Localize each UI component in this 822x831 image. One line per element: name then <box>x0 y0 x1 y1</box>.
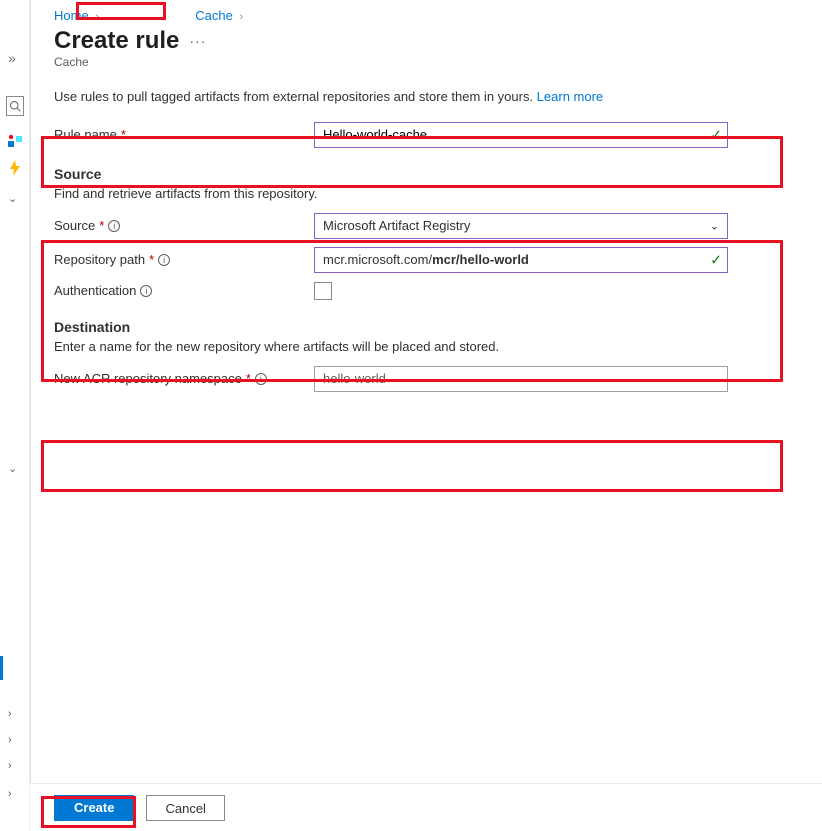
repo-path-prefix: mcr.microsoft.com/ <box>323 252 432 267</box>
chevron-down-icon: ⌄ <box>710 219 719 232</box>
check-icon: ✓ <box>710 126 722 143</box>
auth-row: Authentication i <box>54 277 798 305</box>
chevron-right-icon: › <box>236 11 246 23</box>
namespace-input[interactable]: hello-world <box>314 366 728 392</box>
chevron-right-icon[interactable]: › <box>8 734 12 746</box>
namespace-label: New ACR repository namespace <box>54 371 242 386</box>
chevron-right-icon[interactable]: › <box>8 788 12 800</box>
info-icon[interactable]: i <box>255 373 267 385</box>
source-row: Source * i Microsoft Artifact Registry ⌄ <box>54 209 798 243</box>
page-subtitle: Cache <box>30 55 822 79</box>
chevron-down-icon[interactable]: ⌄ <box>8 192 17 205</box>
info-icon[interactable]: i <box>140 285 152 297</box>
repo-path-input[interactable]: mcr.microsoft.com/mcr/hello-world <box>314 247 728 273</box>
nav-selected-indicator <box>0 656 3 680</box>
source-label: Source <box>54 218 95 233</box>
cancel-button[interactable]: Cancel <box>146 795 224 821</box>
destination-subtext: Enter a name for the new repository wher… <box>54 339 798 362</box>
source-select[interactable]: Microsoft Artifact Registry ⌄ <box>314 213 728 239</box>
learn-more-link[interactable]: Learn more <box>537 89 603 104</box>
lightning-icon[interactable] <box>6 160 24 178</box>
breadcrumb-redacted <box>106 9 192 25</box>
rule-name-row: Rule name * ✓ <box>54 118 798 152</box>
breadcrumb-home[interactable]: Home <box>54 8 89 23</box>
source-subtext: Find and retrieve artifacts from this re… <box>54 186 798 209</box>
repo-path-row: Repository path * i mcr.microsoft.com/mc… <box>54 243 798 277</box>
auth-checkbox[interactable] <box>314 282 332 300</box>
page-title: Create rule <box>54 27 179 55</box>
chevron-right-icon: › <box>92 11 102 23</box>
search-icon[interactable] <box>6 96 24 116</box>
destination-heading: Destination <box>54 305 798 339</box>
check-icon: ✓ <box>710 251 722 268</box>
footer-bar: Create Cancel <box>30 783 822 831</box>
chevron-right-icon[interactable]: › <box>8 708 12 720</box>
left-rail: » ⌄ ⌄ › › › › <box>0 0 30 831</box>
breadcrumb: Home › Cache › <box>30 0 822 27</box>
create-button[interactable]: Create <box>54 795 134 821</box>
required-indicator: * <box>246 371 251 386</box>
help-text-body: Use rules to pull tagged artifacts from … <box>54 89 537 104</box>
repo-path-label: Repository path <box>54 252 145 267</box>
info-icon[interactable]: i <box>108 220 120 232</box>
nav-item-icon[interactable] <box>6 134 24 152</box>
namespace-row: New ACR repository namespace * i hello-w… <box>54 362 798 396</box>
rule-name-label: Rule name <box>54 127 117 142</box>
required-indicator: * <box>121 127 126 142</box>
help-text: Use rules to pull tagged artifacts from … <box>54 79 798 118</box>
source-heading: Source <box>54 152 798 186</box>
rule-name-input[interactable] <box>314 122 728 148</box>
source-select-value: Microsoft Artifact Registry <box>323 218 470 233</box>
namespace-value: hello-world <box>323 371 386 386</box>
required-indicator: * <box>99 218 104 233</box>
info-icon[interactable]: i <box>158 254 170 266</box>
repo-path-value: mcr/hello-world <box>432 252 529 267</box>
more-icon[interactable]: ··· <box>189 33 206 49</box>
create-rule-panel: Home › Cache › Create rule ··· Cache Use… <box>30 0 822 831</box>
auth-label: Authentication <box>54 283 136 298</box>
collapse-icon[interactable]: » <box>8 50 16 66</box>
chevron-right-icon[interactable]: › <box>8 760 12 772</box>
chevron-down-icon[interactable]: ⌄ <box>8 462 17 475</box>
breadcrumb-cache[interactable]: Cache <box>195 8 233 23</box>
required-indicator: * <box>149 252 154 267</box>
